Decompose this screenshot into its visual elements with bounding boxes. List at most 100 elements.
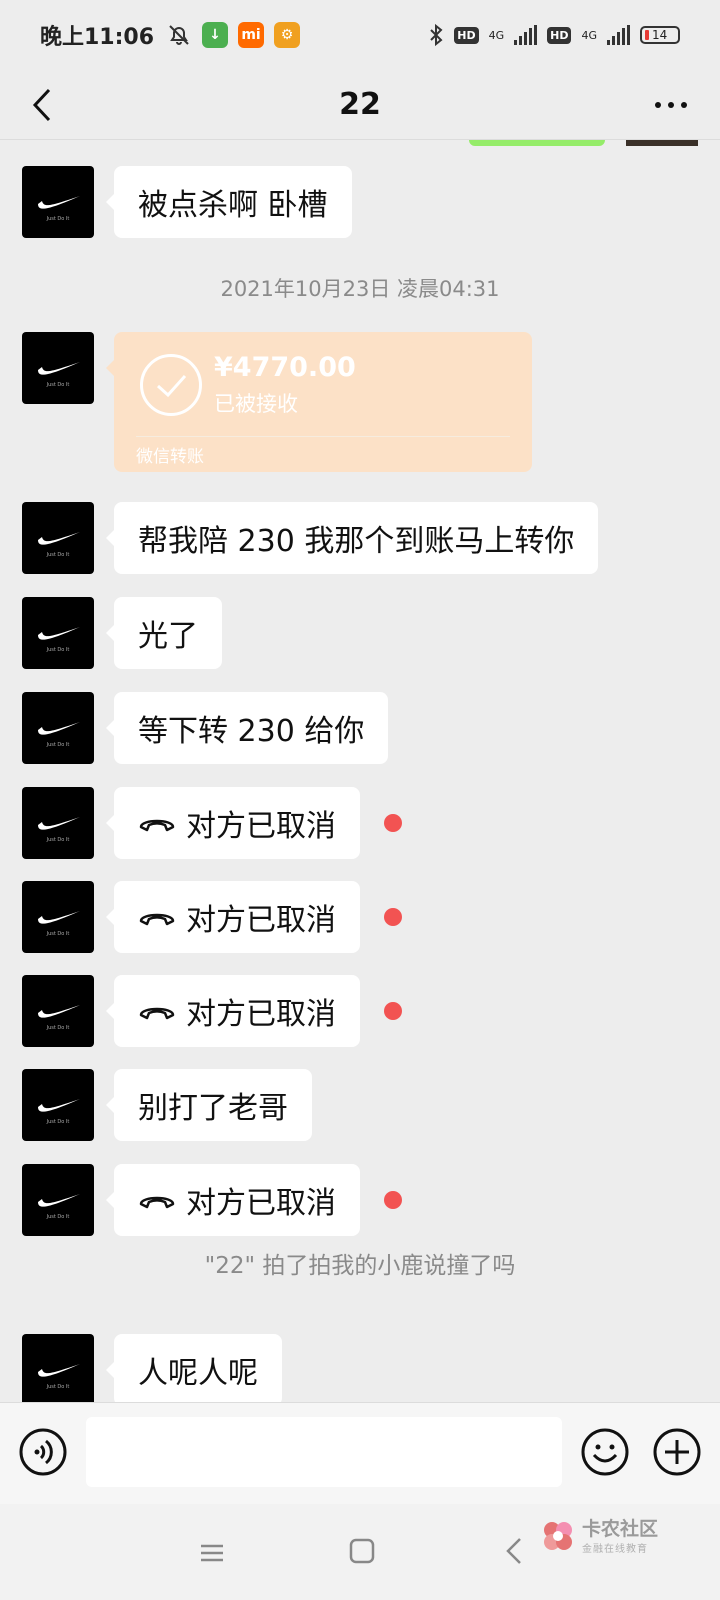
call-bubble[interactable]: 对方已取消 [106,1164,360,1236]
message-bubble[interactable]: 光了 [106,597,222,669]
signal-icon-2 [607,25,630,45]
system-back-button[interactable] [504,1534,524,1568]
unread-dot [384,908,402,926]
watermark-subtitle: 金融在线教育 [582,1543,648,1555]
emoji-button[interactable] [580,1427,630,1477]
avatar-tagline: Just Do It [46,1384,70,1390]
download-icon: ↓ [202,22,229,48]
hd-badge-2: HD [547,26,572,44]
transfer-divider [136,436,510,437]
watermark-title: 卡农社区 [582,1517,659,1540]
message-bubble[interactable]: 等下转 230 给你 [105,692,389,764]
signal-icon-1 [514,25,538,45]
transfer-amount: ¥4770.00 [214,352,356,383]
message-bubble[interactable]: 帮我陪 230 我那个到账马上转你 [105,502,599,574]
call-status: 对方已取消 [186,997,336,1032]
message-input[interactable] [86,1417,562,1487]
message-row: Just Do It 对方已取消 [22,1164,402,1236]
message-row: Just Do It 对方已取消 [22,881,402,953]
more-actions-button[interactable] [652,1427,702,1477]
home-square-icon [349,1538,375,1564]
swoosh-icon [38,1099,80,1112]
my-avatar-edge [626,140,698,146]
voice-button[interactable] [18,1427,68,1477]
swoosh-icon [38,362,80,375]
phone-hangup-icon [139,913,175,926]
contact-avatar[interactable]: Just Do It [22,975,94,1047]
swoosh-icon [38,817,80,830]
chat-area[interactable]: Just Do It 被点杀啊 卧槽 2021年10月23日 凌晨04:31 J… [0,140,720,1402]
message-row: Just Do It 等下转 230 给你 [22,692,389,764]
avatar-tagline: Just Do It [46,552,70,558]
more-options-button[interactable] [648,84,694,126]
message-row: Just Do It 帮我陪 230 我那个到账马上转你 [22,502,599,574]
back-triangle-icon [506,1538,521,1564]
call-status: 对方已取消 [186,809,336,844]
home-button[interactable] [347,1536,377,1566]
contact-avatar[interactable]: Just Do It [22,332,94,404]
unread-dot [384,1191,402,1209]
message-bubble[interactable]: 别打了老哥 [106,1069,312,1141]
swoosh-icon [38,911,80,924]
contact-avatar[interactable]: Just Do It [22,787,94,859]
swoosh-icon [38,532,80,545]
message-bubble[interactable]: 人呢人呢 [106,1334,282,1402]
unread-dot [384,1002,402,1020]
back-button[interactable] [22,82,62,128]
contact-avatar[interactable]: Just Do It [22,1334,94,1402]
swoosh-icon [38,1364,80,1377]
phone-hangup-icon [139,1196,175,1209]
check-circle-icon [140,354,202,416]
contact-avatar[interactable]: Just Do It [22,1069,94,1141]
watermark: 卡农社区 金融在线教育 [540,1514,720,1558]
phone-hangup-icon [139,1007,175,1020]
input-bar [0,1402,720,1504]
call-status: 对方已取消 [186,903,336,938]
network-type-1: 4G [488,28,505,42]
watermark-logo-icon [540,1518,576,1554]
avatar-tagline: Just Do It [46,1025,70,1031]
status-bar: 晚上11:06 ↓ mi ⚙ HD 4G HD 4G 14 [0,0,720,70]
call-status: 对方已取消 [186,1186,336,1221]
contact-avatar[interactable]: Just Do It [22,881,94,953]
avatar-tagline: Just Do It [46,837,70,843]
message-timestamp: 2021年10月23日 凌晨04:31 [220,277,500,301]
chevron-left-icon [32,88,51,122]
more-dots-icon [655,102,687,108]
contact-avatar[interactable]: Just Do It [22,166,94,238]
call-bubble[interactable]: 对方已取消 [106,975,360,1047]
message-bubble[interactable]: 被点杀啊 卧槽 [106,166,352,238]
voice-icon [19,1428,67,1476]
avatar-tagline: Just Do It [46,382,70,388]
transfer-label: 微信转账 [136,447,204,467]
contact-avatar[interactable]: Just Do It [22,597,94,669]
notification-icons: ↓ mi ⚙ [166,22,301,48]
contact-avatar[interactable]: Just Do It [22,1164,94,1236]
swoosh-icon [38,1194,80,1207]
unread-dot [384,814,402,832]
contact-avatar[interactable]: Just Do It [22,502,94,574]
transfer-card[interactable]: ¥4770.00 已被接收 微信转账 [106,332,532,472]
phone-hangup-icon [139,819,175,832]
call-bubble[interactable]: 对方已取消 [106,787,360,859]
status-right: HD 4G HD 4G 14 [428,23,680,47]
avatar-tagline: Just Do It [46,216,70,222]
chat-header: 22 [0,70,720,140]
message-row: Just Do It 对方已取消 [22,787,402,859]
status-time: 晚上11:06 [40,25,155,50]
avatar-tagline: Just Do It [46,1119,70,1125]
swoosh-icon [38,722,80,735]
bluetooth-icon [430,23,443,47]
recent-apps-button[interactable] [195,1538,229,1568]
system-nav-bar: 卡农社区 金融在线教育 [0,1504,720,1600]
network-type-2: 4G [581,28,597,42]
avatar-tagline: Just Do It [46,931,70,937]
smiley-icon [581,1428,629,1476]
app-gear-icon: ⚙ [274,22,301,48]
contact-avatar[interactable]: Just Do It [22,692,94,764]
swoosh-icon [38,196,80,209]
message-row: Just Do It 光了 [22,597,222,669]
call-bubble[interactable]: 对方已取消 [106,881,360,953]
transfer-status: 已被接收 [214,392,298,416]
avatar-tagline: Just Do It [46,647,70,653]
